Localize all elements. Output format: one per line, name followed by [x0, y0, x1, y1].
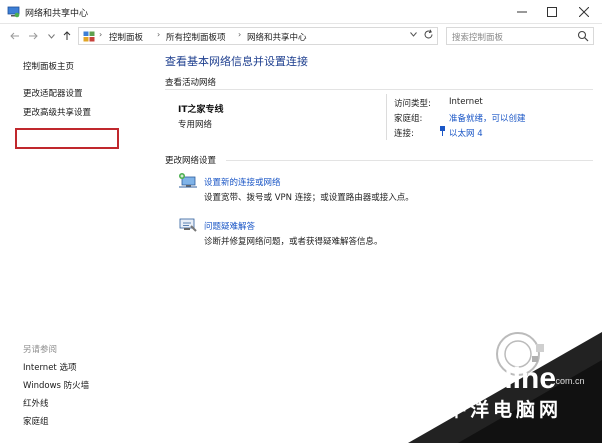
- breadcrumb-separator: ›: [238, 30, 242, 39]
- see-also-homegroup[interactable]: 家庭组: [23, 415, 49, 427]
- access-type-label: 访问类型:: [394, 99, 431, 109]
- minimize-button[interactable]: [506, 0, 538, 24]
- arrow-up-icon: [63, 31, 71, 40]
- address-bar[interactable]: › 控制面板 › 所有控制面板项 › 网络和共享中心: [78, 27, 438, 45]
- up-button[interactable]: [60, 28, 74, 44]
- search-placeholder: 搜索控制面板: [452, 33, 504, 43]
- vertical-divider: [386, 94, 387, 140]
- connection-link[interactable]: 以太网 4: [449, 127, 483, 139]
- forward-button[interactable]: [26, 28, 40, 44]
- troubleshoot-desc: 诊断并修复网络问题，或者获得疑难解答信息。: [204, 237, 383, 247]
- highlight-box: [15, 128, 119, 149]
- network-center-icon: [7, 6, 20, 18]
- search-box[interactable]: 搜索控制面板: [446, 27, 594, 45]
- minimize-icon: [517, 11, 527, 13]
- ethernet-icon: [440, 126, 445, 136]
- breadcrumb-all-items[interactable]: 所有控制面板项: [166, 31, 226, 43]
- window-title: 网络和共享中心: [25, 9, 89, 19]
- refresh-icon: [424, 29, 433, 39]
- sidebar: 控制面板主页 更改适配器设置 更改高级共享设置 另请参阅 Internet 选项…: [0, 48, 156, 443]
- arrow-left-icon: [10, 32, 19, 40]
- maximize-icon: [547, 7, 557, 17]
- recent-locations-button[interactable]: [44, 28, 58, 44]
- breadcrumb-separator: ›: [157, 30, 161, 39]
- troubleshoot-icon: [179, 218, 197, 232]
- network-type[interactable]: 专用网络: [178, 118, 212, 130]
- close-button[interactable]: [568, 0, 600, 24]
- pconline-watermark: PConline .com.cn 太平洋电脑网: [408, 332, 602, 443]
- chevron-down-icon: [410, 32, 417, 37]
- homegroup-label: 家庭组:: [394, 114, 423, 124]
- see-also-windows-firewall[interactable]: Windows 防火墙: [23, 379, 89, 391]
- section-divider: [165, 89, 593, 90]
- setup-new-connection-desc: 设置宽带、拨号或 VPN 连接；或设置路由器或接入点。: [204, 193, 414, 203]
- see-also-infrared[interactable]: 红外线: [23, 397, 49, 409]
- maximize-button[interactable]: [536, 0, 568, 24]
- chevron-down-icon: [47, 33, 55, 39]
- page-title: 查看基本网络信息并设置连接: [165, 55, 308, 68]
- title-bar: 网络和共享中心: [0, 0, 602, 24]
- back-button[interactable]: [8, 28, 22, 44]
- see-also-title: 另请参阅: [23, 345, 58, 355]
- breadcrumb-control-panel[interactable]: 控制面板: [109, 31, 143, 43]
- active-networks-label: 查看活动网络: [165, 78, 217, 88]
- sidebar-item-change-adapter-settings[interactable]: 更改适配器设置: [23, 87, 83, 99]
- watermark-cn-name: 太平洋电脑网: [424, 398, 562, 421]
- control-panel-icon: [83, 31, 95, 42]
- access-type-value: Internet: [449, 97, 483, 107]
- close-icon: [579, 7, 589, 17]
- breadcrumb-network-center[interactable]: 网络和共享中心: [247, 31, 307, 43]
- troubleshoot-link[interactable]: 问题疑难解答: [204, 220, 255, 232]
- watermark-domain: .com.cn: [553, 376, 585, 386]
- address-history-button[interactable]: [410, 31, 417, 39]
- change-settings-label: 更改网络设置: [165, 156, 217, 166]
- sidebar-item-control-panel-home[interactable]: 控制面板主页: [23, 60, 74, 72]
- address-row: › 控制面板 › 所有控制面板项 › 网络和共享中心 搜索控制面板: [0, 25, 602, 47]
- breadcrumb-separator: ›: [99, 30, 103, 39]
- section-divider: [226, 160, 593, 161]
- new-connection-icon: [179, 173, 197, 188]
- watermark-brand: PConline: [426, 362, 556, 395]
- arrow-right-icon: [29, 32, 38, 40]
- connection-label: 连接:: [394, 129, 414, 139]
- sidebar-item-change-advanced-sharing[interactable]: 更改高级共享设置: [23, 106, 91, 118]
- network-name: IT之家专线: [178, 105, 224, 115]
- homegroup-link[interactable]: 准备就绪，可以创建: [449, 112, 526, 124]
- setup-new-connection-link[interactable]: 设置新的连接或网络: [204, 176, 281, 188]
- see-also-internet-options[interactable]: Internet 选项: [23, 361, 76, 373]
- refresh-button[interactable]: [423, 29, 434, 43]
- search-icon[interactable]: [577, 30, 589, 42]
